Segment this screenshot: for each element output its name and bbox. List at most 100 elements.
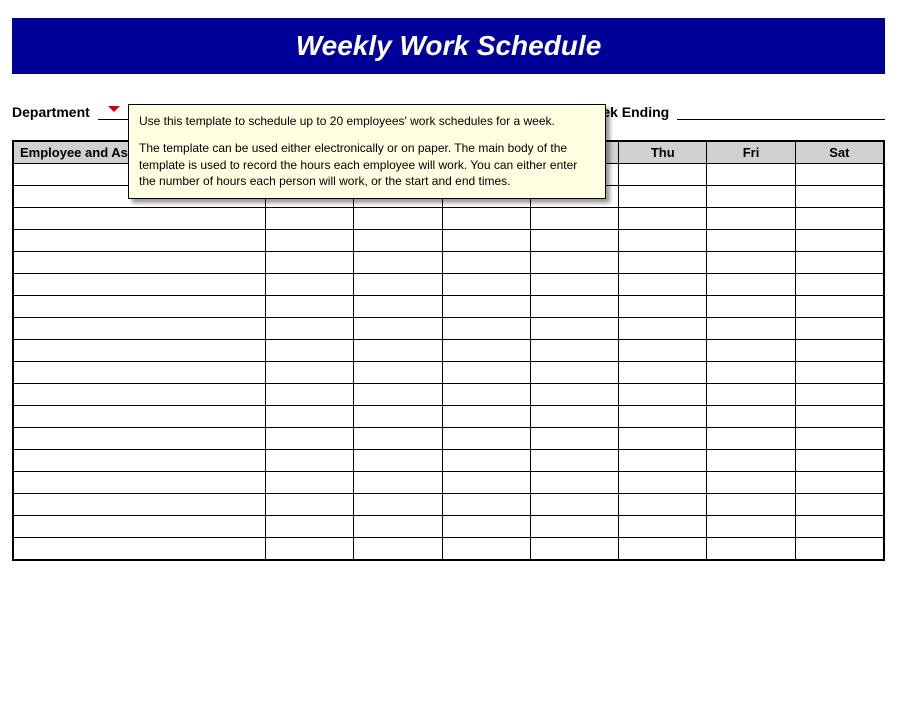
day-cell[interactable] (530, 274, 618, 296)
day-cell[interactable] (354, 538, 442, 560)
day-cell[interactable] (442, 384, 530, 406)
day-cell[interactable] (619, 406, 707, 428)
day-cell[interactable] (707, 318, 795, 340)
day-cell[interactable] (707, 450, 795, 472)
day-cell[interactable] (354, 494, 442, 516)
day-cell[interactable] (442, 230, 530, 252)
employee-cell[interactable] (14, 494, 266, 516)
day-cell[interactable] (266, 538, 354, 560)
day-cell[interactable] (795, 274, 883, 296)
day-cell[interactable] (266, 472, 354, 494)
employee-cell[interactable] (14, 296, 266, 318)
week-ending-input-line[interactable] (677, 104, 885, 120)
day-cell[interactable] (619, 296, 707, 318)
day-cell[interactable] (707, 516, 795, 538)
day-cell[interactable] (619, 186, 707, 208)
day-cell[interactable] (619, 340, 707, 362)
day-cell[interactable] (530, 428, 618, 450)
day-cell[interactable] (530, 362, 618, 384)
day-cell[interactable] (795, 340, 883, 362)
day-cell[interactable] (707, 186, 795, 208)
day-cell[interactable] (707, 230, 795, 252)
day-cell[interactable] (795, 406, 883, 428)
employee-cell[interactable] (14, 252, 266, 274)
day-cell[interactable] (530, 516, 618, 538)
employee-cell[interactable] (14, 472, 266, 494)
day-cell[interactable] (442, 274, 530, 296)
employee-cell[interactable] (14, 318, 266, 340)
day-cell[interactable] (530, 318, 618, 340)
day-cell[interactable] (795, 296, 883, 318)
day-cell[interactable] (795, 164, 883, 186)
day-cell[interactable] (354, 406, 442, 428)
day-cell[interactable] (619, 384, 707, 406)
day-cell[interactable] (442, 340, 530, 362)
day-cell[interactable] (707, 472, 795, 494)
day-cell[interactable] (266, 516, 354, 538)
day-cell[interactable] (795, 318, 883, 340)
day-cell[interactable] (795, 428, 883, 450)
day-cell[interactable] (354, 230, 442, 252)
day-cell[interactable] (354, 296, 442, 318)
day-cell[interactable] (795, 450, 883, 472)
day-cell[interactable] (530, 472, 618, 494)
day-cell[interactable] (442, 318, 530, 340)
day-cell[interactable] (795, 362, 883, 384)
employee-cell[interactable] (14, 384, 266, 406)
day-cell[interactable] (354, 516, 442, 538)
day-cell[interactable] (442, 450, 530, 472)
day-cell[interactable] (619, 230, 707, 252)
day-cell[interactable] (354, 252, 442, 274)
day-cell[interactable] (619, 252, 707, 274)
employee-cell[interactable] (14, 340, 266, 362)
day-cell[interactable] (442, 252, 530, 274)
day-cell[interactable] (530, 252, 618, 274)
day-cell[interactable] (354, 428, 442, 450)
day-cell[interactable] (707, 406, 795, 428)
employee-cell[interactable] (14, 406, 266, 428)
day-cell[interactable] (266, 362, 354, 384)
day-cell[interactable] (266, 296, 354, 318)
employee-cell[interactable] (14, 450, 266, 472)
day-cell[interactable] (266, 230, 354, 252)
day-cell[interactable] (442, 428, 530, 450)
employee-cell[interactable] (14, 362, 266, 384)
employee-cell[interactable] (14, 516, 266, 538)
day-cell[interactable] (530, 406, 618, 428)
day-cell[interactable] (266, 340, 354, 362)
day-cell[interactable] (795, 472, 883, 494)
day-cell[interactable] (795, 186, 883, 208)
day-cell[interactable] (354, 274, 442, 296)
day-cell[interactable] (442, 538, 530, 560)
day-cell[interactable] (354, 384, 442, 406)
day-cell[interactable] (619, 164, 707, 186)
day-cell[interactable] (619, 318, 707, 340)
day-cell[interactable] (442, 362, 530, 384)
day-cell[interactable] (442, 296, 530, 318)
day-cell[interactable] (530, 450, 618, 472)
day-cell[interactable] (442, 516, 530, 538)
day-cell[interactable] (619, 450, 707, 472)
day-cell[interactable] (530, 296, 618, 318)
day-cell[interactable] (266, 318, 354, 340)
day-cell[interactable] (707, 428, 795, 450)
day-cell[interactable] (530, 340, 618, 362)
day-cell[interactable] (266, 494, 354, 516)
day-cell[interactable] (354, 318, 442, 340)
day-cell[interactable] (266, 450, 354, 472)
day-cell[interactable] (619, 494, 707, 516)
employee-cell[interactable] (14, 274, 266, 296)
day-cell[interactable] (795, 538, 883, 560)
day-cell[interactable] (354, 208, 442, 230)
day-cell[interactable] (619, 516, 707, 538)
day-cell[interactable] (442, 494, 530, 516)
day-cell[interactable] (619, 362, 707, 384)
day-cell[interactable] (266, 384, 354, 406)
day-cell[interactable] (442, 406, 530, 428)
day-cell[interactable] (707, 538, 795, 560)
day-cell[interactable] (354, 362, 442, 384)
day-cell[interactable] (619, 208, 707, 230)
day-cell[interactable] (795, 230, 883, 252)
day-cell[interactable] (354, 450, 442, 472)
day-cell[interactable] (530, 384, 618, 406)
